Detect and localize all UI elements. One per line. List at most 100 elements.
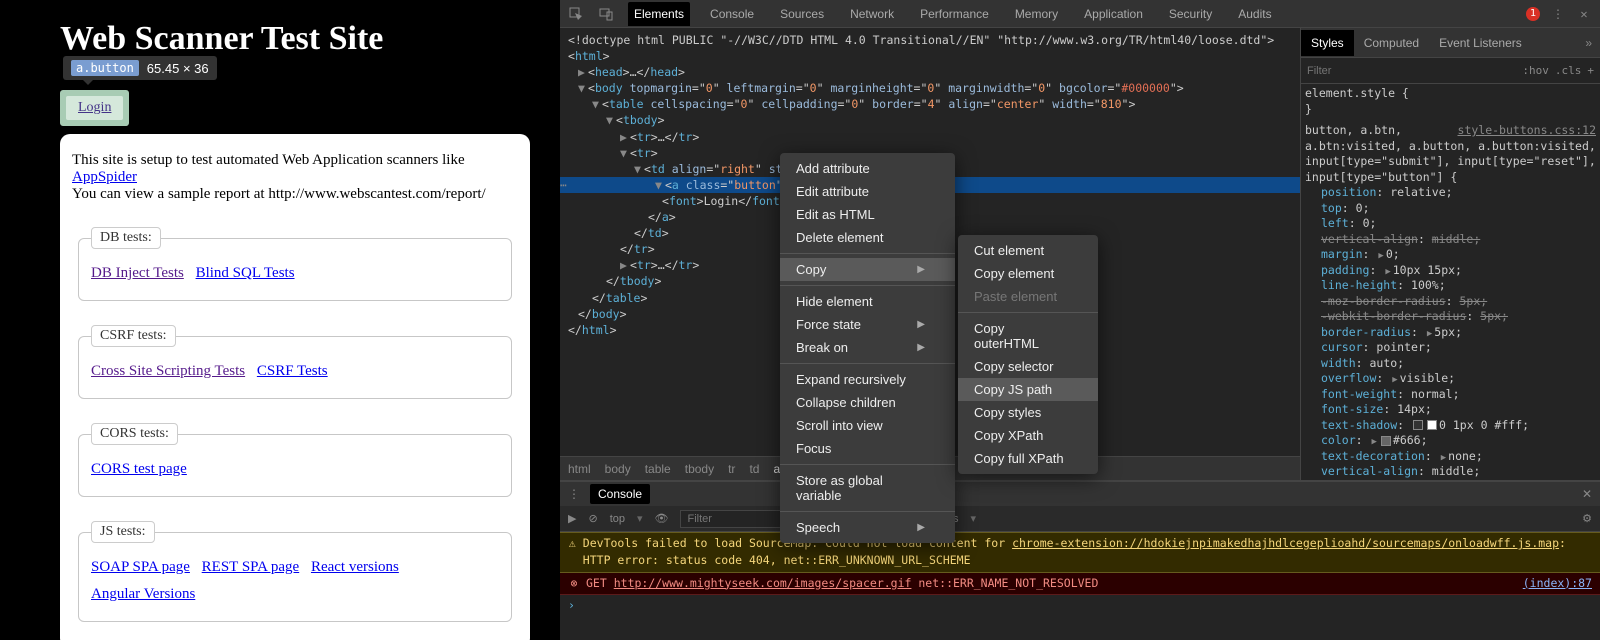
menu-item[interactable]: Edit attribute xyxy=(780,180,955,203)
cors-page-link[interactable]: CORS test page xyxy=(91,461,187,477)
styles-more-icon[interactable]: » xyxy=(1577,36,1600,50)
css-property[interactable]: padding: ▶10px 15px; xyxy=(1305,263,1596,279)
css-property[interactable]: font-weight: normal; xyxy=(1305,387,1596,403)
console-play-icon[interactable]: ▶ xyxy=(568,512,576,525)
sourcemap-link[interactable]: chrome-extension://hdokiejnpimakedhajhdl… xyxy=(1012,536,1559,550)
console-tab[interactable]: Console xyxy=(590,484,650,504)
css-property[interactable]: margin: ▶0; xyxy=(1305,247,1596,263)
menu-item[interactable]: Cut element xyxy=(958,239,1098,262)
rest-link[interactable]: REST SPA page xyxy=(202,559,300,575)
tab-performance[interactable]: Performance xyxy=(914,2,995,26)
kebab-icon[interactable]: ⋮ xyxy=(1550,6,1566,22)
xss-link[interactable]: Cross Site Scripting Tests xyxy=(91,363,245,379)
inspect-icon[interactable] xyxy=(568,6,584,22)
tab-application[interactable]: Application xyxy=(1078,2,1149,26)
css-property[interactable]: position: relative; xyxy=(1305,185,1596,201)
console-close-icon[interactable]: ✕ xyxy=(1582,487,1592,501)
soap-link[interactable]: SOAP SPA page xyxy=(91,559,190,575)
console-prompt[interactable]: › xyxy=(560,595,1600,616)
tab-console[interactable]: Console xyxy=(704,2,760,26)
menu-item[interactable]: Copy styles xyxy=(958,401,1098,424)
styles-tab-styles[interactable]: Styles xyxy=(1301,30,1354,56)
menu-item[interactable]: Expand recursively xyxy=(780,368,955,391)
styles-body[interactable]: element.style { } style-buttons.css:12bu… xyxy=(1301,84,1600,480)
tab-sources[interactable]: Sources xyxy=(774,2,830,26)
css-property[interactable]: -moz-border-radius: 5px; xyxy=(1305,294,1596,310)
console-menu-icon[interactable]: ⋮ xyxy=(568,487,580,501)
context-menu[interactable]: Add attributeEdit attributeEdit as HTMLD… xyxy=(780,153,955,543)
menu-item[interactable]: Focus xyxy=(780,437,955,460)
styles-tab-computed[interactable]: Computed xyxy=(1354,30,1429,56)
css-property[interactable]: text-decoration: ▶none; xyxy=(1305,449,1596,465)
menu-item[interactable]: Paste element xyxy=(958,285,1098,308)
devtools: Elements Console Sources Network Perform… xyxy=(560,0,1600,640)
tab-memory[interactable]: Memory xyxy=(1009,2,1064,26)
menu-item[interactable]: Copy outerHTML xyxy=(958,317,1098,355)
menu-item[interactable]: Hide element xyxy=(780,290,955,313)
css-property[interactable]: font-size: 14px; xyxy=(1305,402,1596,418)
console-filters: ▶ ⊘ top▾ 👁 Default levels▾ ⚙ xyxy=(560,506,1600,532)
tab-network[interactable]: Network xyxy=(844,2,900,26)
tab-security[interactable]: Security xyxy=(1163,2,1218,26)
failed-url-link[interactable]: http://www.mightyseek.com/images/spacer.… xyxy=(614,576,912,590)
css-property[interactable]: text-shadow: 0 1px 0 #fff; xyxy=(1305,418,1596,434)
css-property[interactable]: -webkit-border-radius: 5px; xyxy=(1305,309,1596,325)
menu-item[interactable]: Break on▶ xyxy=(780,336,955,359)
menu-item[interactable]: Copy JS path xyxy=(958,378,1098,401)
error-badge[interactable]: 1 xyxy=(1526,7,1540,21)
styles-pane: Styles Computed Event Listeners » :hov .… xyxy=(1300,28,1600,480)
error-source-link[interactable]: (index):87 xyxy=(1523,575,1592,592)
content-card: This site is setup to test automated Web… xyxy=(60,134,530,640)
css-property[interactable]: border-radius: ▶5px; xyxy=(1305,325,1596,341)
console-clear-icon[interactable]: ⊘ xyxy=(588,512,597,525)
css-property[interactable]: color: ▶#666; xyxy=(1305,433,1596,449)
css-property[interactable]: left: 0; xyxy=(1305,216,1596,232)
menu-item[interactable]: Add attribute xyxy=(780,157,955,180)
tab-audits[interactable]: Audits xyxy=(1232,2,1277,26)
css-property[interactable]: overflow: ▶visible; xyxy=(1305,371,1596,387)
console-warning: ⚠ DevTools failed to load SourceMap: Cou… xyxy=(560,532,1600,573)
console-output[interactable]: ⚠ DevTools failed to load SourceMap: Cou… xyxy=(560,532,1600,640)
blind-sql-link[interactable]: Blind SQL Tests xyxy=(196,265,295,281)
styles-filter-input[interactable] xyxy=(1301,65,1516,77)
styles-tab-listeners[interactable]: Event Listeners xyxy=(1429,30,1532,56)
css-property[interactable]: line-height: 100%; xyxy=(1305,278,1596,294)
new-rule-icon[interactable]: + xyxy=(1587,64,1594,77)
context-submenu[interactable]: Cut elementCopy elementPaste element Copy… xyxy=(958,235,1098,474)
menu-item[interactable]: Collapse children xyxy=(780,391,955,414)
csrf-link[interactable]: CSRF Tests xyxy=(257,363,328,379)
menu-item[interactable]: Copy XPath xyxy=(958,424,1098,447)
menu-item[interactable]: Copy▶ xyxy=(780,258,955,281)
menu-item[interactable]: Speech▶ xyxy=(780,516,955,539)
menu-item[interactable]: Copy selector xyxy=(958,355,1098,378)
cls-toggle[interactable]: .cls xyxy=(1555,64,1582,77)
menu-item[interactable]: Copy element xyxy=(958,262,1098,285)
angular-link[interactable]: Angular Versions xyxy=(91,586,195,602)
device-icon[interactable] xyxy=(598,6,614,22)
tab-elements[interactable]: Elements xyxy=(628,2,690,26)
login-button[interactable]: Login xyxy=(66,96,123,120)
menu-item[interactable]: Store as global variable xyxy=(780,469,955,507)
console-eye-icon[interactable]: 👁 xyxy=(655,512,669,525)
css-property[interactable]: cursor: pointer; xyxy=(1305,340,1596,356)
close-icon[interactable]: ✕ xyxy=(1576,6,1592,22)
css-property[interactable]: width: auto; xyxy=(1305,356,1596,372)
css-property[interactable]: vertical-align: middle; xyxy=(1305,464,1596,480)
menu-item[interactable]: Force state▶ xyxy=(780,313,955,336)
menu-item[interactable]: Delete element xyxy=(780,226,955,249)
hov-toggle[interactable]: :hov xyxy=(1522,64,1549,77)
appspider-link[interactable]: AppSpider xyxy=(72,169,137,185)
tooltip-dimensions: 65.45 × 36 xyxy=(147,61,209,76)
console-context[interactable]: top xyxy=(610,513,625,525)
menu-item[interactable]: Edit as HTML xyxy=(780,203,955,226)
rule-source-link[interactable]: style-buttons.css:12 xyxy=(1458,123,1596,139)
menu-item[interactable]: Copy full XPath xyxy=(958,447,1098,470)
devtools-toolbar: Elements Console Sources Network Perform… xyxy=(560,0,1600,28)
console-settings-icon[interactable]: ⚙ xyxy=(1582,512,1592,525)
css-property[interactable]: top: 0; xyxy=(1305,201,1596,217)
tooltip-selector: a.button xyxy=(71,60,139,76)
menu-item[interactable]: Scroll into view xyxy=(780,414,955,437)
db-inject-link[interactable]: DB Inject Tests xyxy=(91,265,184,281)
css-property[interactable]: vertical-align: middle; xyxy=(1305,232,1596,248)
react-link[interactable]: React versions xyxy=(311,559,399,575)
